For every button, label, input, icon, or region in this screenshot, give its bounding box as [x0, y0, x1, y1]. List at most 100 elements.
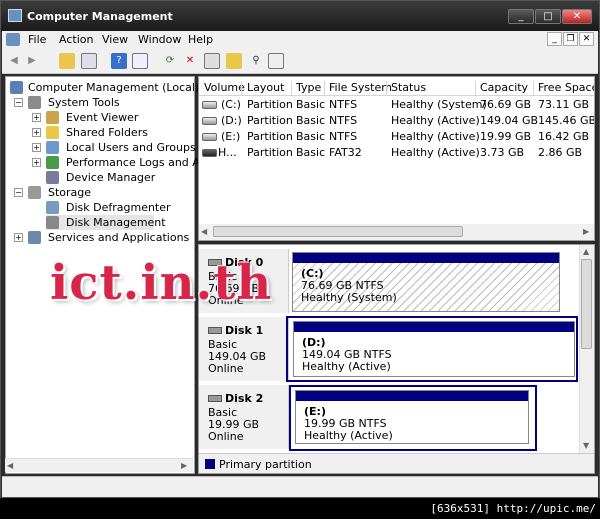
show-hide-tree-icon[interactable] — [81, 53, 97, 69]
tree-item-disk-management[interactable]: Disk Management — [46, 215, 166, 230]
maximize-button[interactable]: □ — [535, 9, 561, 24]
column-status[interactable]: Status — [391, 81, 426, 94]
tree-label: System Tools — [48, 96, 120, 109]
properties-icon[interactable] — [132, 53, 148, 69]
column-volume[interactable]: Volume — [204, 81, 245, 94]
properties-page-icon[interactable] — [268, 53, 284, 69]
collapse-icon[interactable]: − — [14, 98, 23, 107]
volume-free-space: 145.46 GB — [538, 114, 595, 127]
disk-info[interactable]: Disk 2 Basic 19.99 GB Online — [199, 385, 289, 449]
refresh-icon[interactable]: ⟳ — [162, 53, 178, 69]
toolbar: ◀ ▶ ? ⟳ ✕ ⚲ — [2, 49, 598, 74]
primary-partition-bar — [296, 391, 528, 401]
disk-state: Online — [208, 430, 244, 443]
volume-free-space: 73.11 GB — [538, 98, 590, 111]
volume-capacity: 149.04 GB — [480, 114, 539, 127]
expand-icon[interactable]: + — [32, 143, 41, 152]
primary-partition-bar — [293, 253, 559, 263]
delete-icon[interactable]: ✕ — [182, 53, 198, 69]
scroll-right-icon[interactable]: ▶ — [181, 461, 191, 471]
volume-status: Healthy (System) — [391, 98, 487, 111]
menu-window[interactable]: Window — [138, 33, 181, 46]
partition-block[interactable]: (D:) 149.04 GB NTFS Healthy (Active) — [293, 321, 575, 377]
expand-icon[interactable]: + — [14, 233, 23, 242]
volume-row[interactable]: (C:) Partition Basic NTFS Healthy (Syste… — [199, 97, 594, 112]
volume-row[interactable]: (E:) Partition Basic NTFS Healthy (Activ… — [199, 129, 594, 144]
disk-info[interactable]: Disk 1 Basic 149.04 GB Online — [199, 317, 289, 381]
volume-capacity: 76.69 GB — [480, 98, 532, 111]
drive-icon — [202, 117, 217, 125]
column-free-space[interactable]: Free Space — [538, 81, 594, 94]
column-capacity[interactable]: Capacity — [480, 81, 528, 94]
expand-icon[interactable]: + — [32, 128, 41, 137]
volume-free-space: 16.42 GB — [538, 130, 590, 143]
partition-block[interactable]: (C:) 76.69 GB NTFS Healthy (System) — [292, 252, 560, 312]
volume-file-system: NTFS — [329, 98, 358, 111]
users-icon — [46, 141, 59, 154]
removable-drive-icon — [202, 149, 217, 157]
drive-icon — [202, 101, 217, 109]
expand-icon[interactable]: + — [32, 113, 41, 122]
help-icon[interactable]: ? — [111, 53, 127, 69]
scroll-left-icon[interactable]: ◀ — [7, 461, 17, 471]
mdi-close-button[interactable]: ✕ — [579, 32, 594, 46]
expand-icon[interactable]: + — [32, 158, 41, 167]
primary-partition-swatch — [205, 459, 215, 469]
hard-disk-icon — [208, 327, 222, 334]
tree-horizontal-scrollbar[interactable]: ◀ ▶ — [5, 458, 193, 472]
services-icon — [28, 231, 41, 244]
column-file-system[interactable]: File System — [329, 81, 392, 94]
volume-list-horizontal-scrollbar[interactable]: ◀ ▶ — [199, 224, 594, 240]
scroll-right-icon[interactable]: ▶ — [583, 227, 589, 236]
tree-label: Computer Management (Local) — [28, 81, 200, 94]
minimize-button[interactable]: _ — [508, 9, 534, 24]
collapse-icon[interactable]: − — [14, 188, 23, 197]
search-icon[interactable]: ⚲ — [248, 53, 264, 69]
tree-label: Local Users and Groups — [66, 141, 196, 154]
column-layout[interactable]: Layout — [247, 81, 284, 94]
up-folder-icon[interactable] — [59, 53, 75, 69]
scroll-down-icon[interactable]: ▼ — [583, 441, 589, 450]
watermark: ict.in.th — [50, 255, 273, 311]
disk-state: Online — [208, 362, 244, 375]
volume-name: (C:) — [221, 98, 241, 111]
menu-view[interactable]: View — [102, 33, 128, 46]
menu-file[interactable]: File — [28, 33, 46, 46]
close-button[interactable]: ✕ — [562, 9, 592, 24]
volume-layout: Partition — [247, 146, 293, 159]
tree-label: Disk Defragmenter — [66, 201, 171, 214]
volume-name: H... — [218, 146, 237, 159]
forward-arrow-icon[interactable]: ▶ — [24, 53, 40, 69]
tree-label: Device Manager — [66, 171, 156, 184]
scroll-up-icon[interactable]: ▲ — [583, 247, 589, 256]
volume-status: Healthy (Active) — [391, 130, 480, 143]
volume-file-system: NTFS — [329, 114, 358, 127]
volume-row[interactable]: H... Partition Basic FAT32 Healthy (Acti… — [199, 145, 594, 160]
partition-block[interactable]: (E:) 19.99 GB NTFS Healthy (Active) — [295, 390, 529, 444]
disk-icon[interactable] — [204, 53, 220, 69]
legend-label: Primary partition — [219, 458, 312, 471]
tree-label: Storage — [48, 186, 92, 199]
hard-disk-icon — [208, 395, 222, 402]
back-arrow-icon[interactable]: ◀ — [6, 53, 22, 69]
disk-vertical-scrollbar[interactable]: ▲ ▼ — [579, 245, 594, 455]
disk-row: Disk 1 Basic 149.04 GB Online (D:) 149.0… — [199, 316, 579, 382]
volume-row[interactable]: (D:) Partition Basic NTFS Healthy (Activ… — [199, 113, 594, 128]
partition-status: Healthy (Active) — [304, 429, 393, 442]
menu-action[interactable]: Action — [59, 33, 93, 46]
column-type[interactable]: Type — [296, 81, 321, 94]
volume-list-header: Volume Layout Type File System Status Ca… — [199, 79, 594, 96]
mdi-minimize-button[interactable]: _ — [547, 32, 562, 46]
storage-icon — [28, 186, 41, 199]
app-menu-icon[interactable] — [6, 33, 20, 46]
scroll-thumb[interactable] — [581, 259, 592, 349]
computer-management-icon — [8, 9, 22, 22]
drive-icon — [202, 133, 217, 141]
scroll-left-icon[interactable]: ◀ — [201, 227, 207, 236]
title-bar: Computer Management _ □ ✕ — [1, 1, 599, 31]
disk-management-icon — [46, 216, 59, 229]
open-folder-icon[interactable] — [226, 53, 242, 69]
scroll-thumb[interactable] — [213, 226, 463, 237]
menu-help[interactable]: Help — [188, 33, 213, 46]
mdi-restore-button[interactable]: ❐ — [563, 32, 578, 46]
